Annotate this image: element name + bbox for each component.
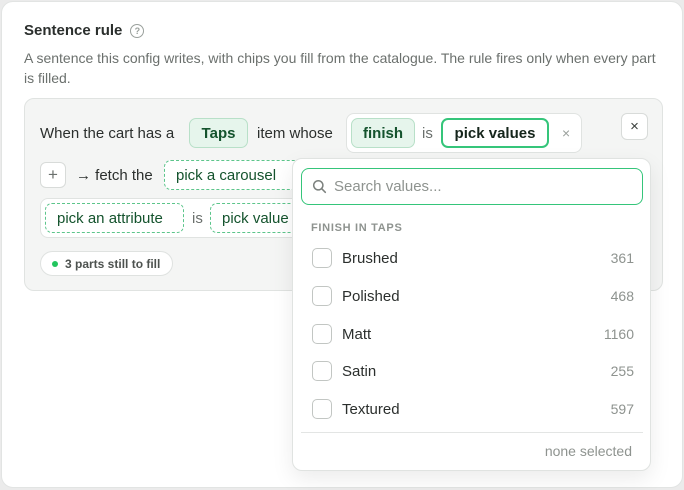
option-row[interactable]: Textured 597 <box>301 391 643 427</box>
option-count: 361 <box>610 250 634 266</box>
option-checkbox[interactable] <box>312 399 332 419</box>
clear-values-icon[interactable]: × <box>562 125 570 141</box>
option-checkbox[interactable] <box>312 248 332 268</box>
search-icon <box>312 179 327 194</box>
item-whose-text: item whose <box>257 125 333 142</box>
selection-summary: none selected <box>544 443 632 459</box>
sentence-intro: When the cart has a <box>40 125 175 142</box>
sentence-rule-card: Sentence rule ? A sentence this config w… <box>1 1 683 488</box>
values-chip-active[interactable]: pick values <box>441 118 549 148</box>
option-row[interactable]: Polished 468 <box>301 278 643 314</box>
option-checkbox[interactable] <box>312 361 332 381</box>
option-checkbox[interactable] <box>312 324 332 344</box>
option-label: Matt <box>342 325 372 343</box>
option-label: Satin <box>342 362 377 380</box>
option-label: Textured <box>342 400 400 418</box>
option-label: Polished <box>342 287 400 305</box>
option-label: Brushed <box>342 249 398 267</box>
search-box <box>301 168 643 205</box>
attribute-placeholder-chip[interactable]: pick an attribute <box>45 203 184 233</box>
option-count: 1160 <box>603 326 634 342</box>
option-count: 255 <box>610 363 634 379</box>
option-row[interactable]: Matt 1160 <box>301 316 643 352</box>
add-part-button[interactable]: + <box>40 162 66 188</box>
help-icon[interactable]: ? <box>130 23 145 38</box>
section-description: A sentence this config writes, with chip… <box>24 50 656 86</box>
attribute-chip[interactable]: finish <box>351 118 415 148</box>
is-text: is <box>422 125 433 142</box>
is-text-2: is <box>192 210 203 227</box>
option-count: 597 <box>610 401 634 417</box>
status-dot-icon <box>52 261 58 267</box>
option-row[interactable]: Brushed 361 <box>301 240 643 276</box>
carousel-chip[interactable]: pick a carousel <box>164 160 304 190</box>
title-row: Sentence rule ? <box>24 22 145 39</box>
search-input[interactable] <box>334 169 634 203</box>
option-row[interactable]: Satin 255 <box>301 353 643 389</box>
values-dropdown: FINISH IN TAPS Brushed 361 Polished 468 … <box>292 158 651 471</box>
remove-rule-button[interactable]: × <box>621 113 648 140</box>
condition-clause: finish is pick values × <box>346 113 582 153</box>
status-badge: 3 parts still to fill <box>40 251 174 276</box>
section-title: Sentence rule <box>24 22 123 39</box>
fetch-text: → fetch the <box>76 167 153 184</box>
status-text: 3 parts still to fill <box>65 256 161 271</box>
group-heading: FINISH IN TAPS <box>311 222 403 234</box>
option-checkbox[interactable] <box>312 286 332 306</box>
dropdown-divider <box>301 432 643 433</box>
option-count: 468 <box>610 288 634 304</box>
category-chip[interactable]: Taps <box>189 118 248 148</box>
